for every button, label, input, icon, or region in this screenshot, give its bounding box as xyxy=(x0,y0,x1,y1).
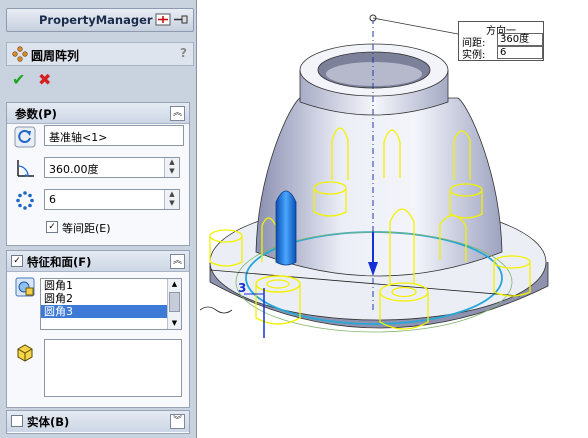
circular-pattern-icon xyxy=(12,46,28,62)
count-field[interactable]: 6 ▲ ▼ xyxy=(44,189,180,210)
feature-title: 圆周阵列 xyxy=(31,49,80,63)
callout-count-label: 实例: xyxy=(462,50,486,61)
count-value: 6 xyxy=(49,193,56,206)
list-item-selected[interactable]: 圆角3 xyxy=(41,305,181,318)
property-manager-panel: PropertyManager 圆周阵列 ? ✔ ✖ 参数(P) ︽ 基准轴<1… xyxy=(0,0,197,438)
dimension-value: 3 xyxy=(238,281,246,295)
equal-spacing-label: 等间距(E) xyxy=(62,222,111,235)
property-manager-title-bar: PropertyManager xyxy=(6,8,194,32)
axis-value: 基准轴<1> xyxy=(49,131,108,144)
help-button[interactable]: ? xyxy=(180,46,187,60)
equal-spacing-checkbox[interactable]: ✓ xyxy=(46,221,58,233)
features-group-header[interactable]: ✓ 特征和面(F) ︽ xyxy=(7,251,189,272)
list-item[interactable]: 圆角1 xyxy=(41,279,181,292)
parameters-group-header[interactable]: 参数(P) ︽ xyxy=(7,103,189,124)
callout-spacing-field[interactable]: 360度 xyxy=(497,33,543,46)
part-top-boss[interactable] xyxy=(299,43,449,116)
rotate-axis-icon[interactable] xyxy=(14,126,36,148)
angle-spinner[interactable]: ▲ ▼ xyxy=(164,158,179,177)
bodies-group: 实体(B) ︾ xyxy=(6,410,190,434)
solid-body-icon xyxy=(17,344,33,362)
graphics-viewport[interactable]: 3 xyxy=(197,0,588,438)
instances-icon xyxy=(16,191,34,210)
faces-list[interactable] xyxy=(44,339,182,397)
angle-value: 360.00度 xyxy=(49,163,99,176)
features-list-scrollbar[interactable]: ▲ ▼ xyxy=(167,279,181,329)
pin-icons[interactable] xyxy=(155,13,189,26)
angle-field[interactable]: 360.00度 ▲ ▼ xyxy=(44,157,180,178)
list-item[interactable]: 圆角2 xyxy=(41,292,181,305)
ok-button[interactable]: ✔ xyxy=(12,70,25,89)
features-list[interactable]: 圆角1 圆角2 圆角3 ▲ ▼ xyxy=(40,278,182,330)
collapse-features-button[interactable]: ︽ xyxy=(170,254,185,269)
axis-field[interactable]: 基准轴<1> xyxy=(44,125,184,146)
expand-bodies-button[interactable]: ︾ xyxy=(170,414,185,429)
features-title: 特征和面(F) xyxy=(27,255,92,269)
angle-icon xyxy=(17,160,34,177)
parameters-title: 参数(P) xyxy=(15,107,57,121)
callout-count-field[interactable]: 6 xyxy=(497,46,543,59)
bodies-group-header[interactable]: 实体(B) ︾ xyxy=(7,411,189,432)
count-spinner[interactable]: ▲ ▼ xyxy=(164,190,179,209)
property-manager-title: PropertyManager xyxy=(39,13,153,27)
feature-header: 圆周阵列 ? xyxy=(6,42,194,66)
collapse-parameters-button[interactable]: ︽ xyxy=(170,106,185,121)
bodies-title: 实体(B) xyxy=(27,415,70,429)
direction-callout[interactable]: 方向一 间距: 360度 实例: 6 xyxy=(458,21,544,61)
features-to-pattern-icon xyxy=(15,277,35,297)
features-checkbox[interactable]: ✓ xyxy=(11,255,23,267)
bodies-checkbox[interactable] xyxy=(11,415,23,427)
cancel-button[interactable]: ✖ xyxy=(38,70,51,89)
